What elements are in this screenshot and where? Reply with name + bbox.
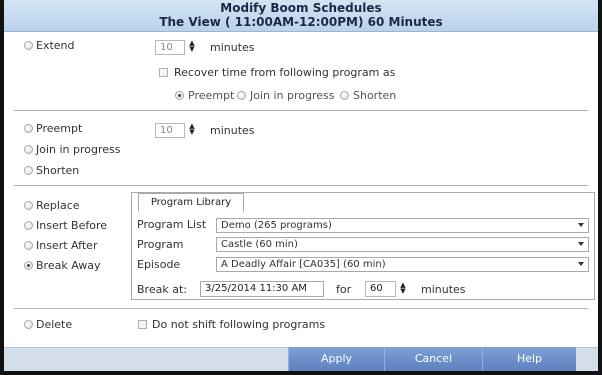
divider — [14, 185, 588, 186]
delete-radio[interactable] — [24, 320, 33, 329]
replace-label: Replace — [36, 199, 80, 212]
chevron-down-icon — [578, 242, 584, 246]
recover-join-radio[interactable] — [237, 91, 246, 100]
break-away-radio[interactable] — [24, 261, 33, 270]
tab-program-library[interactable]: Program Library — [138, 193, 244, 212]
episode-value: A Deadly Affair [CA035] (60 min) — [221, 259, 386, 270]
recover-join-label: Join in progress — [250, 89, 335, 102]
insert-before-label: Insert Before — [36, 219, 108, 232]
preempt-unit: minutes — [210, 124, 255, 137]
insert-after-label: Insert After — [36, 239, 98, 252]
extend-minutes-input[interactable]: 10 — [155, 40, 185, 55]
shorten-radio[interactable] — [24, 166, 33, 175]
dialog-subtitle: The View ( 11:00AM-12:00PM) 60 Minutes — [159, 15, 443, 29]
chevron-down-icon — [578, 262, 584, 266]
program-list-label: Program List — [137, 218, 207, 231]
dialog-header: Modify Boom Schedules The View ( 11:00AM… — [4, 0, 598, 32]
help-button[interactable]: Help — [482, 347, 576, 371]
extend-unit: minutes — [210, 41, 255, 54]
dialog-title: Modify Boom Schedules — [220, 1, 382, 15]
recover-shorten-label: Shorten — [353, 89, 397, 102]
replace-radio[interactable] — [24, 201, 33, 210]
insert-after-radio[interactable] — [24, 241, 33, 250]
break-duration-stepper[interactable]: ▲ ▼ — [399, 282, 407, 296]
break-at-label: Break at: — [137, 283, 187, 296]
program-label: Program — [137, 238, 184, 251]
program-value: Castle (60 min) — [221, 239, 298, 250]
divider — [14, 308, 588, 309]
break-duration-unit: minutes — [421, 283, 466, 296]
for-label: for — [336, 283, 352, 296]
shorten-label: Shorten — [36, 164, 80, 177]
extend-label: Extend — [36, 39, 75, 52]
break-at-input[interactable]: 3/25/2014 11:30 AM — [200, 281, 324, 297]
recover-preempt-label: Preempt — [188, 89, 235, 102]
preempt-radio[interactable] — [24, 124, 33, 133]
program-list-select[interactable]: Demo (265 programs) — [216, 218, 589, 233]
recover-preempt-radio[interactable] — [175, 91, 184, 100]
join-in-progress-label: Join in progress — [36, 143, 121, 156]
join-in-progress-radio[interactable] — [24, 145, 33, 154]
episode-select[interactable]: A Deadly Affair [CA035] (60 min) — [216, 257, 589, 272]
preempt-minutes-stepper[interactable]: ▲ ▼ — [188, 123, 196, 137]
preempt-minutes-input[interactable]: 10 — [155, 123, 185, 138]
break-duration-input[interactable]: 60 — [365, 281, 396, 297]
insert-before-radio[interactable] — [24, 221, 33, 230]
cancel-button[interactable]: Cancel — [384, 347, 482, 371]
extend-radio[interactable] — [24, 41, 33, 50]
delete-label: Delete — [36, 318, 73, 331]
recover-shorten-radio[interactable] — [340, 91, 349, 100]
preempt-label: Preempt — [36, 122, 83, 135]
no-shift-label: Do not shift following programs — [152, 318, 326, 331]
recover-time-label: Recover time from following program as — [174, 66, 396, 79]
divider — [14, 110, 588, 111]
episode-label: Episode — [137, 258, 181, 271]
program-list-value: Demo (265 programs) — [221, 220, 332, 231]
program-select[interactable]: Castle (60 min) — [216, 237, 589, 252]
apply-button[interactable]: Apply — [288, 347, 384, 371]
no-shift-checkbox[interactable] — [138, 320, 147, 329]
chevron-down-icon — [578, 223, 584, 227]
recover-time-checkbox[interactable] — [159, 68, 168, 77]
modify-boom-schedules-dialog: Modify Boom Schedules The View ( 11:00AM… — [4, 0, 598, 371]
break-away-label: Break Away — [36, 259, 101, 272]
extend-minutes-stepper[interactable]: ▲ ▼ — [188, 40, 196, 54]
